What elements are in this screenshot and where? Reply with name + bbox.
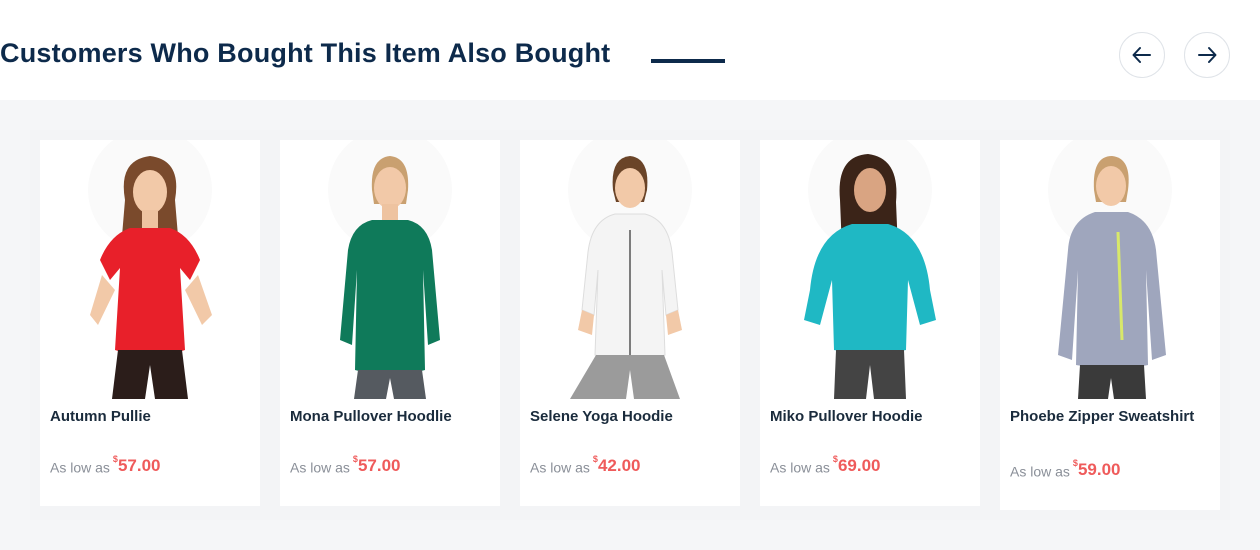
product-price: As low as$42.00 [530,454,641,476]
product-card[interactable]: Autumn Pullie As low as$57.00 [40,140,260,506]
product-carousel: Autumn Pullie As low as$57.00 Mona Pullo… [0,100,1260,550]
section-title: Customers Who Bought This Item Also Boug… [0,38,611,68]
price-currency: $ [352,454,358,464]
product-price: As low as$69.00 [770,454,881,476]
price-prefix: As low as [50,459,110,476]
product-name[interactable]: Mona Pullover Hoodlie [290,406,490,428]
price-prefix: As low as [770,459,830,476]
product-card[interactable]: Mona Pullover Hoodlie As low as$57.00 [280,140,500,506]
price-currency: $ [832,454,838,464]
product-card[interactable]: Miko Pullover Hoodie As low as$69.00 [760,140,980,506]
product-price: As low as$57.00 [50,454,161,476]
price-amount: 57.00 [357,456,401,475]
arrow-right-icon [1198,47,1217,63]
product-image[interactable] [280,140,500,399]
title-underline [651,59,725,63]
price-prefix: As low as [1010,463,1070,480]
price-currency: $ [592,454,598,464]
section-header: Customers Who Bought This Item Also Boug… [0,0,1260,100]
product-price: As low as$59.00 [1010,458,1121,480]
price-amount: 57.00 [117,456,161,475]
product-image[interactable] [1000,140,1220,399]
price-amount: 42.00 [597,456,641,475]
carousel-next-button[interactable] [1184,32,1230,78]
product-name[interactable]: Miko Pullover Hoodie [770,406,970,428]
price-currency: $ [112,454,118,464]
product-card[interactable]: Phoebe Zipper Sweatshirt As low as$59.00 [1000,140,1220,510]
product-image[interactable] [760,140,980,399]
price-currency: $ [1072,458,1078,468]
price-amount: 69.00 [837,456,881,475]
product-name[interactable]: Autumn Pullie [50,406,250,428]
product-image[interactable] [520,140,740,399]
product-price: As low as$57.00 [290,454,401,476]
product-card[interactable]: Selene Yoga Hoodie As low as$42.00 [520,140,740,506]
price-prefix: As low as [290,459,350,476]
carousel-prev-button[interactable] [1119,32,1165,78]
product-image[interactable] [40,140,260,399]
price-amount: 59.00 [1077,460,1121,479]
arrow-left-icon [1132,47,1151,63]
price-prefix: As low as [530,459,590,476]
product-name[interactable]: Selene Yoga Hoodie [530,406,730,428]
product-name[interactable]: Phoebe Zipper Sweatshirt [1010,406,1210,428]
